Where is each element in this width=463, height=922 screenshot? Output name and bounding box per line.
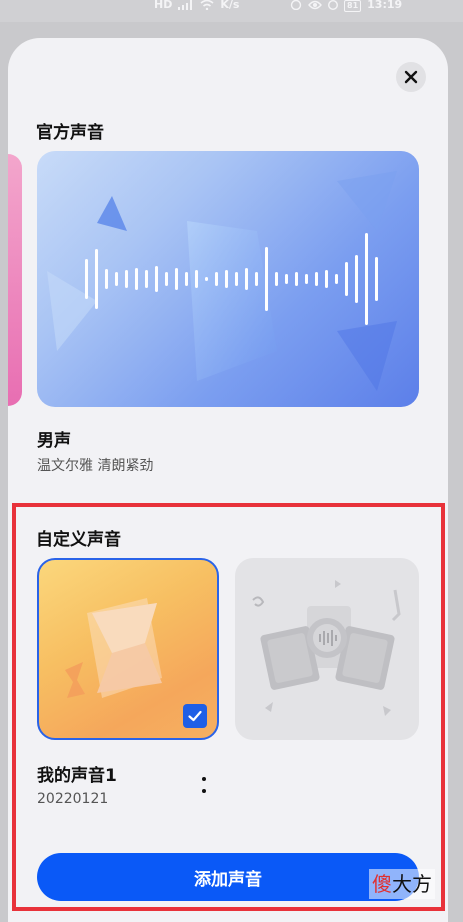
status-bar: HD K/s 81 13:19 bbox=[0, 0, 463, 22]
watermark-logo: 傻大方 bbox=[369, 869, 435, 899]
voice-selection-sheet: 官方声音 男声 温文尔雅 清朗紧劲 自定义声音 我的声音1 20220121 添… bbox=[8, 38, 448, 922]
add-voice-placeholder-card[interactable] bbox=[235, 558, 419, 740]
my-voice-date: 20220121 bbox=[37, 791, 109, 807]
selected-check-badge bbox=[183, 704, 207, 728]
my-voice-card[interactable] bbox=[37, 558, 219, 740]
more-options-button[interactable] bbox=[194, 770, 214, 800]
official-voices-title: 官方声音 bbox=[36, 123, 104, 143]
voice-cards-illustration-icon bbox=[252, 580, 401, 716]
close-icon bbox=[404, 70, 418, 84]
wifi-icon bbox=[200, 0, 214, 10]
male-voice-card[interactable] bbox=[37, 151, 419, 407]
status-time: 13:19 bbox=[367, 0, 403, 11]
network-speed: K/s bbox=[220, 0, 240, 11]
more-dot-icon bbox=[202, 789, 206, 793]
check-icon bbox=[188, 710, 202, 722]
voice-waveform-icon bbox=[47, 171, 397, 391]
status-left-icons: HD K/s bbox=[154, 0, 239, 12]
signal-icon bbox=[178, 0, 193, 10]
previous-voice-card-peek[interactable] bbox=[8, 154, 22, 406]
male-voice-description: 温文尔雅 清朗紧劲 bbox=[37, 458, 154, 474]
status-right-icons: 81 13:19 bbox=[290, 0, 402, 12]
add-voice-button[interactable]: 添加声音 bbox=[37, 853, 419, 901]
close-button[interactable] bbox=[396, 62, 426, 92]
my-voice-name: 我的声音1 bbox=[37, 766, 117, 786]
eye-icon bbox=[308, 0, 322, 10]
nfc-icon bbox=[290, 0, 302, 10]
alarm-icon bbox=[328, 0, 338, 10]
custom-voices-title: 自定义声音 bbox=[36, 530, 121, 550]
more-dot-icon bbox=[202, 777, 206, 781]
hd-indicator: HD bbox=[154, 0, 173, 11]
battery-indicator: 81 bbox=[344, 0, 362, 12]
male-voice-name: 男声 bbox=[37, 431, 71, 451]
